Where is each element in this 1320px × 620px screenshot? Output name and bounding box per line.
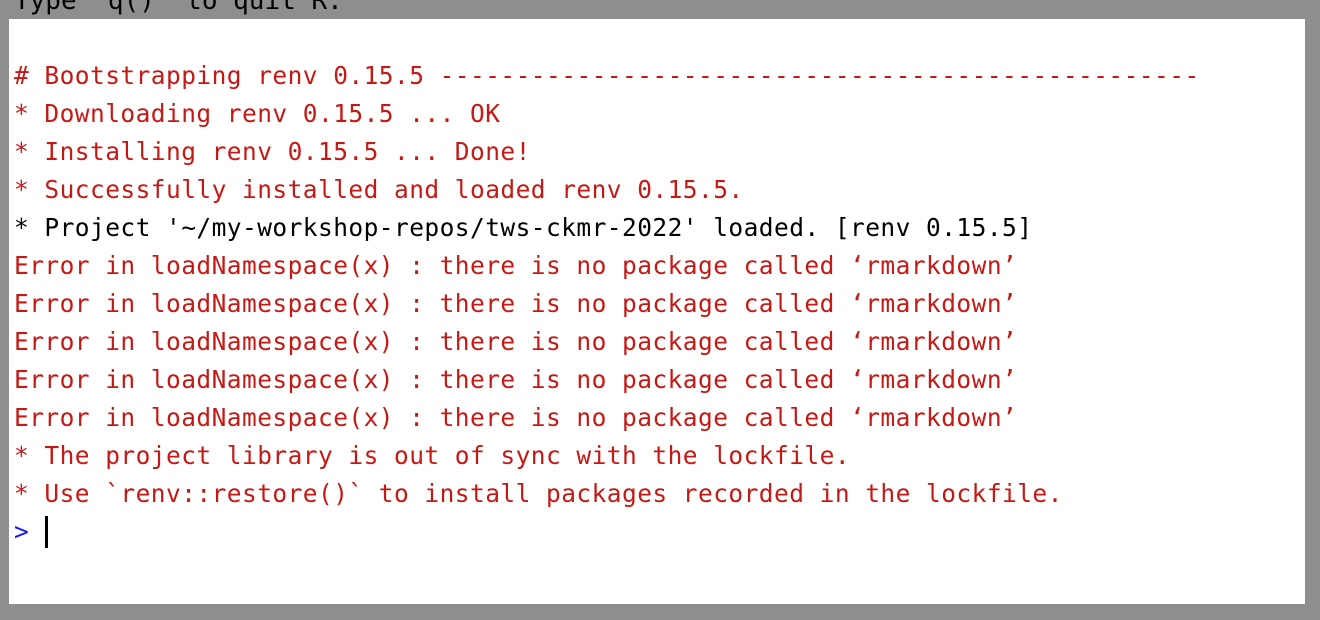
console-window-frame: Type 'q()' to quit R. # Bootstrapping re… (0, 0, 1320, 620)
console-line-bootstrapping: # Bootstrapping renv 0.15.5 ------------… (14, 61, 1200, 90)
console-line-error: Error in loadNamespace(x) : there is no … (14, 365, 1018, 394)
console-line-out-of-sync: * The project library is out of sync wit… (14, 441, 851, 470)
console-line-restore-hint: * Use `renv::restore()` to install packa… (14, 479, 1063, 508)
console-line-installing: * Installing renv 0.15.5 ... Done! (14, 137, 531, 166)
console-line-downloading: * Downloading renv 0.15.5 ... OK (14, 99, 501, 128)
r-console-pane[interactable]: # Bootstrapping renv 0.15.5 ------------… (9, 19, 1305, 604)
console-line-error: Error in loadNamespace(x) : there is no … (14, 403, 1018, 432)
console-line-success: * Successfully installed and loaded renv… (14, 175, 744, 204)
text-cursor[interactable] (45, 516, 49, 548)
console-line-error: Error in loadNamespace(x) : there is no … (14, 327, 1018, 356)
prompt-symbol: > (14, 517, 30, 546)
console-output: # Bootstrapping renv 0.15.5 ------------… (14, 57, 1200, 551)
console-line-error: Error in loadNamespace(x) : there is no … (14, 251, 1018, 280)
console-line-error: Error in loadNamespace(x) : there is no … (14, 289, 1018, 318)
console-line-project-loaded: * Project '~/my-workshop-repos/tws-ckmr-… (14, 213, 1033, 242)
console-input-row[interactable]: > (14, 513, 1200, 551)
cutoff-previous-line: Type 'q()' to quit R. (14, 0, 343, 16)
